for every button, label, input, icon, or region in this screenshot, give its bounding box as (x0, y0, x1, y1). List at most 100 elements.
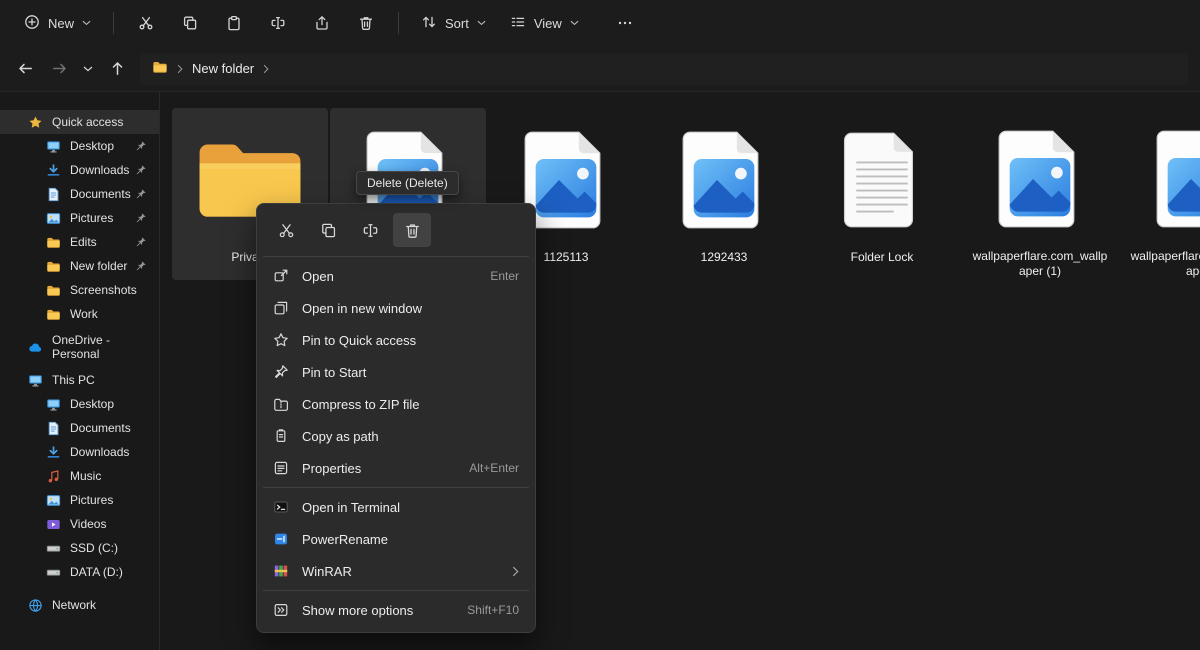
folder-icon (46, 259, 61, 274)
sidebar-item-onedrive[interactable]: OneDrive - Personal (0, 335, 159, 359)
folder-icon (152, 59, 168, 78)
menu-item-open[interactable]: Open Enter (261, 260, 531, 292)
rename-button[interactable] (258, 8, 298, 38)
chevron-down-icon (570, 20, 579, 26)
sidebar-item-quick-access[interactable]: Quick access (0, 110, 159, 134)
copy-button[interactable] (170, 8, 210, 38)
sidebar-item-videos[interactable]: Videos (0, 512, 159, 536)
sidebar-item-music[interactable]: Music (0, 464, 159, 488)
sidebar-item-desktop-pc[interactable]: Desktop (0, 392, 159, 416)
quick-delete-button[interactable] (393, 213, 431, 247)
sidebar-item-ssd-c[interactable]: SSD (C:) (0, 536, 159, 560)
quick-cut-button[interactable] (267, 213, 305, 247)
file-tile-wallpaperflare-2[interactable]: wallpaperflare.com_wallpaper (1120, 108, 1200, 280)
navigation-pane: Quick access Desktop Downloads Documents… (0, 92, 160, 650)
file-tile-1292433[interactable]: 1292433 (646, 108, 802, 280)
sidebar-item-downloads[interactable]: Downloads (0, 158, 159, 182)
view-button-label: View (534, 16, 562, 31)
image-file-icon (682, 114, 766, 246)
image-file-icon (1156, 114, 1200, 245)
paste-button[interactable] (214, 8, 254, 38)
pin-icon (135, 140, 147, 152)
quick-copy-button[interactable] (309, 213, 347, 247)
sidebar-item-screenshots[interactable]: Screenshots (0, 278, 159, 302)
zip-folder-icon (273, 396, 291, 412)
sidebar-item-downloads-pc[interactable]: Downloads (0, 440, 159, 464)
sidebar-item-work[interactable]: Work (0, 302, 159, 326)
terminal-icon (273, 499, 291, 515)
pictures-icon (46, 493, 61, 508)
share-button[interactable] (302, 8, 342, 38)
sidebar-item-data-d[interactable]: DATA (D:) (0, 560, 159, 584)
view-icon (510, 14, 526, 33)
document-icon (843, 114, 921, 246)
delete-button[interactable] (346, 8, 386, 38)
breadcrumb-segment[interactable]: New folder (192, 61, 254, 76)
sidebar-item-pictures[interactable]: Pictures (0, 206, 159, 230)
downloads-icon (46, 163, 61, 178)
network-icon (28, 598, 43, 613)
pin-icon (135, 260, 147, 272)
sidebar-item-network[interactable]: Network (0, 593, 159, 617)
sort-button-label: Sort (445, 16, 469, 31)
menu-item-open-new-window[interactable]: Open in new window (261, 292, 531, 324)
menu-item-pin-quick-access[interactable]: Pin to Quick access (261, 324, 531, 356)
forward-button[interactable] (42, 54, 76, 84)
new-button[interactable]: New (14, 7, 101, 40)
more-options-button[interactable] (605, 8, 645, 38)
star-icon (28, 115, 43, 130)
star-outline-icon (273, 332, 291, 348)
menu-item-winrar[interactable]: WinRAR (261, 555, 531, 587)
menu-item-pin-to-start[interactable]: Pin to Start (261, 356, 531, 388)
chevron-right-icon (177, 64, 183, 74)
powerrename-icon (273, 531, 291, 547)
file-tile-folder-lock[interactable]: Folder Lock (804, 108, 960, 280)
winrar-icon (273, 563, 291, 579)
pin-icon (135, 164, 147, 176)
desktop-icon (46, 397, 61, 412)
sidebar-gap (0, 584, 159, 593)
chevron-down-icon (477, 20, 486, 26)
new-button-label: New (48, 16, 74, 31)
drive-icon (46, 565, 61, 580)
menu-item-properties[interactable]: Properties Alt+Enter (261, 452, 531, 484)
explorer-body: Quick access Desktop Downloads Documents… (0, 92, 1200, 650)
sidebar-item-desktop[interactable]: Desktop (0, 134, 159, 158)
file-explorer-window: New Sort View New folder (0, 0, 1200, 650)
delete-tooltip: Delete (Delete) (356, 171, 459, 195)
documents-icon (46, 421, 61, 436)
menu-item-powerrename[interactable]: PowerRename (261, 523, 531, 555)
new-window-icon (273, 300, 291, 316)
pin-icon (135, 212, 147, 224)
sort-icon (421, 14, 437, 33)
quick-rename-button[interactable] (351, 213, 389, 247)
sidebar-item-documents[interactable]: Documents (0, 182, 159, 206)
sidebar-item-documents-pc[interactable]: Documents (0, 416, 159, 440)
show-more-icon (273, 602, 291, 618)
submenu-chevron-icon (512, 566, 519, 577)
sort-button[interactable]: Sort (411, 7, 496, 40)
recent-locations-button[interactable] (76, 54, 100, 84)
file-tile-wallpaperflare-1[interactable]: wallpaperflare.com_wallpaper (1) (962, 108, 1118, 280)
sidebar-item-edits[interactable]: Edits (0, 230, 159, 254)
menu-item-show-more-options[interactable]: Show more options Shift+F10 (261, 594, 531, 626)
cut-button[interactable] (126, 8, 166, 38)
folder-icon (46, 235, 61, 250)
pin-icon (135, 236, 147, 248)
menu-item-open-in-terminal[interactable]: Open in Terminal (261, 491, 531, 523)
breadcrumb-bar[interactable]: New folder (140, 53, 1188, 85)
context-menu: Open Enter Open in new window Pin to Qui… (256, 203, 536, 633)
address-bar: New folder (0, 46, 1200, 92)
up-button[interactable] (100, 54, 134, 84)
image-file-icon (998, 114, 1082, 245)
sidebar-item-this-pc[interactable]: This PC (0, 368, 159, 392)
sidebar-item-pictures-pc[interactable]: Pictures (0, 488, 159, 512)
menu-item-compress-zip[interactable]: Compress to ZIP file (261, 388, 531, 420)
sidebar-item-new-folder[interactable]: New folder (0, 254, 159, 278)
image-file-icon (524, 114, 608, 246)
downloads-icon (46, 445, 61, 460)
view-button[interactable]: View (500, 7, 589, 40)
menu-item-copy-as-path[interactable]: Copy as path (261, 420, 531, 452)
back-button[interactable] (8, 54, 42, 84)
drive-icon (46, 541, 61, 556)
